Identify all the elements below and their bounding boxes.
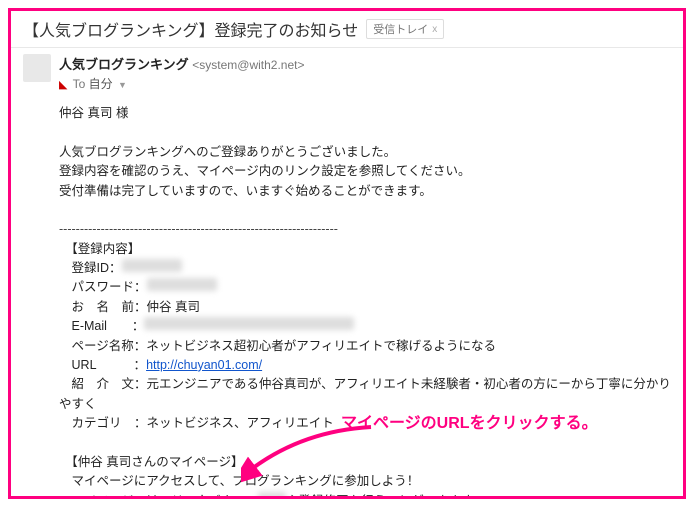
mypage-p1: マイページにアクセスして、ブログランキングに参加しよう！: [59, 472, 671, 491]
divider-line: ----------------------------------------…: [59, 220, 671, 239]
mypage-p2: マイページでは、リンクバナーのや登録修正を行うことができます。: [59, 492, 671, 500]
redacted-word: [258, 492, 286, 500]
reg-page-row: ページ名称：ネットビジネス超初心者がアフィリエイトで稼げるようになる: [59, 337, 671, 356]
reg-name-row: お 名 前：仲谷 真司: [59, 298, 671, 317]
email-body: 仲谷 真司 様 人気ブログランキングへのご登録ありがとうございました。 登録内容…: [11, 100, 683, 499]
reg-intro-row: 紹 介 文：元エンジニアである仲谷真司が、アフィリエイト未経験者・初心者の方にー…: [59, 375, 671, 414]
to-recipient: 自分: [89, 77, 113, 91]
sender-address: <system@with2.net>: [192, 58, 304, 72]
redacted-id: [122, 259, 182, 272]
avatar: [23, 54, 51, 82]
reg-pw-row: パスワード：: [59, 278, 671, 297]
sender-name: 人気ブログランキング: [59, 57, 189, 72]
email-subject: 【人気ブログランキング】登録完了のお知らせ: [23, 17, 358, 41]
redacted-password: [147, 278, 217, 291]
sender-line: 人気ブログランキング <system@with2.net>: [59, 54, 671, 73]
to-prefix: To: [73, 77, 86, 91]
reg-email-row: E-Mail ：: [59, 317, 671, 336]
greeting: 仲谷 真司 様: [59, 104, 671, 123]
mypage-heading: 【仲谷 真司さんのマイページ】: [59, 453, 671, 472]
inbox-label-text: 受信トレイ: [373, 21, 428, 37]
label-remove-icon[interactable]: x: [432, 24, 437, 35]
paragraph-1: 人気ブログランキングへのご登録ありがとうございました。: [59, 143, 671, 162]
reg-url-row: URL ：http://chuyan01.com/: [59, 356, 671, 375]
details-dropdown-icon[interactable]: ▼: [118, 80, 127, 90]
paragraph-3: 受付準備は完了していますので、いますぐ始めることができます。: [59, 182, 671, 201]
site-url-link[interactable]: http://chuyan01.com/: [146, 358, 262, 372]
registration-heading: 【登録内容】: [59, 240, 671, 259]
reg-cat-row: カテゴリ ：ネットビジネス、アフィリエイト: [59, 414, 671, 433]
email-header: 【人気ブログランキング】登録完了のお知らせ 受信トレイ x: [11, 11, 683, 48]
redacted-email: [144, 317, 354, 330]
email-container: 【人気ブログランキング】登録完了のお知らせ 受信トレイ x 人気ブログランキング…: [8, 8, 686, 499]
paragraph-2: 登録内容を確認のうえ、マイページ内のリンク設定を参照してください。: [59, 162, 671, 181]
inbox-label-badge[interactable]: 受信トレイ x: [366, 19, 444, 39]
reg-id-row: 登録ID：: [59, 259, 671, 278]
message-meta-row: 人気ブログランキング <system@with2.net> ◣ To 自分 ▼: [11, 48, 683, 100]
to-line: ◣ To 自分 ▼: [59, 75, 671, 92]
flag-icon: ◣: [59, 79, 67, 91]
